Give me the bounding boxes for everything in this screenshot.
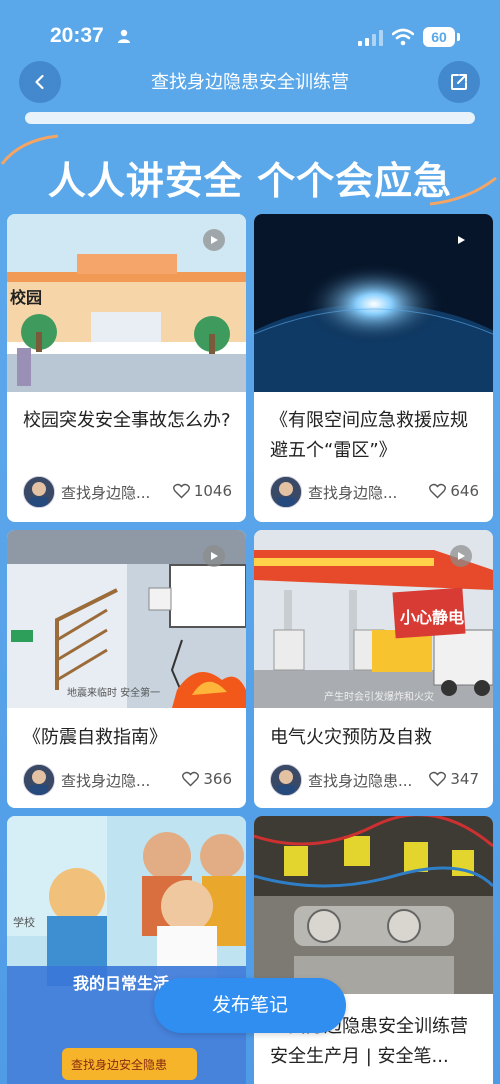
author-name: 查找身边隐... — [308, 484, 398, 502]
video-thumbnail — [254, 214, 493, 392]
thumbnail-label: 学校 — [13, 916, 35, 929]
author-name: 查找身边隐... — [61, 484, 151, 502]
note-card[interactable]: 校园 校园突发安全事故怎么办? 查找身边隐... 1046 — [7, 214, 246, 522]
play-icon — [450, 545, 472, 567]
avatar — [23, 476, 55, 508]
card-meta: 查找身边隐患... 347 — [270, 764, 479, 798]
note-card[interactable]: 学校 我的日常生活 查找身边安全隐患 — [7, 816, 246, 1084]
person-icon — [118, 29, 130, 43]
thumbnail-caption: 产生时会引发爆炸和火灾 — [324, 692, 434, 703]
image-thumbnail — [254, 816, 493, 994]
like-count-value: 366 — [203, 770, 232, 788]
like-count[interactable]: 366 — [182, 770, 232, 788]
card-title: 《有限空间应急救援应规避五个“雷区”》 — [270, 410, 468, 461]
note-card[interactable]: 小心静电 产生时会引发爆炸和火灾 电气火灾预防及自救 查找身边隐患... 347 — [254, 530, 493, 808]
thumbnail-text: 校园 — [10, 288, 43, 307]
decorative-arc — [429, 176, 497, 206]
card-title: 电气火灾预防及自救 — [270, 727, 432, 748]
like-count-value: 646 — [450, 482, 479, 500]
card-meta: 查找身边隐... 646 — [270, 476, 479, 510]
avatar — [270, 764, 302, 796]
share-icon — [451, 74, 467, 90]
heart-icon — [429, 771, 447, 787]
battery-indicator: 60 — [423, 27, 460, 47]
like-count[interactable]: 1046 — [172, 482, 232, 500]
avatar — [270, 476, 302, 508]
image-thumbnail: 学校 我的日常生活 查找身边安全隐患 — [7, 816, 246, 1084]
heart-icon — [429, 483, 447, 499]
like-count-value: 347 — [450, 770, 479, 788]
video-thumbnail: 地震来临时 安全第一 — [7, 530, 246, 708]
header-divider — [25, 112, 475, 124]
video-thumbnail: 小心静电 产生时会引发爆炸和火灾 — [254, 530, 493, 708]
publish-note-button[interactable]: 发布笔记 — [154, 978, 346, 1033]
thumbnail-button-text: 查找身边安全隐患 — [71, 1058, 168, 1072]
hero-slogan: 人人讲安全 个个会应急 — [47, 159, 453, 203]
card-meta: 查找身边隐... 1046 — [23, 476, 232, 510]
note-card[interactable]: 地震来临时 安全第一 《防震自救指南》 查找身边隐... 366 — [7, 530, 246, 808]
avatar — [23, 764, 55, 796]
thumbnail-caption: 地震来临时 安全第一 — [67, 688, 161, 699]
signal-icon — [358, 30, 383, 46]
note-card[interactable]: 查找身边隐患安全训练营 安全生产月 | 安全笔... — [254, 816, 493, 1084]
play-icon — [203, 229, 225, 251]
author-name: 查找身边隐... — [61, 772, 151, 790]
like-count-value: 1046 — [193, 482, 232, 500]
video-thumbnail: 校园 — [7, 214, 246, 392]
note-card[interactable]: 《有限空间应急救援应规避五个“雷区”》 查找身边隐... 646 — [254, 214, 493, 522]
card-title: 《防震自救指南》 — [23, 727, 167, 748]
hero-banner: 人人讲安全 个个会应急 — [0, 130, 500, 210]
card-meta: 查找身边隐... 366 — [23, 764, 232, 798]
nav-bar: 查找身边隐患安全训练营 — [0, 56, 500, 106]
like-count[interactable]: 347 — [429, 770, 479, 788]
share-button[interactable] — [438, 61, 480, 103]
status-time: 20:37 — [50, 24, 104, 47]
card-title: 校园突发安全事故怎么办? — [23, 410, 231, 431]
thumbnail-banner: 我的日常生活 — [73, 974, 170, 993]
like-count[interactable]: 646 — [429, 482, 479, 500]
heart-icon — [172, 483, 190, 499]
status-bar: 20:37 60 — [0, 0, 500, 56]
thumbnail-sign: 小心静电 — [400, 608, 465, 627]
wifi-icon — [392, 28, 414, 46]
author-name: 查找身边隐患... — [308, 772, 413, 790]
page-title: 查找身边隐患安全训练营 — [151, 72, 349, 93]
heart-icon — [182, 771, 200, 787]
play-icon — [450, 229, 472, 251]
play-icon — [203, 545, 225, 567]
